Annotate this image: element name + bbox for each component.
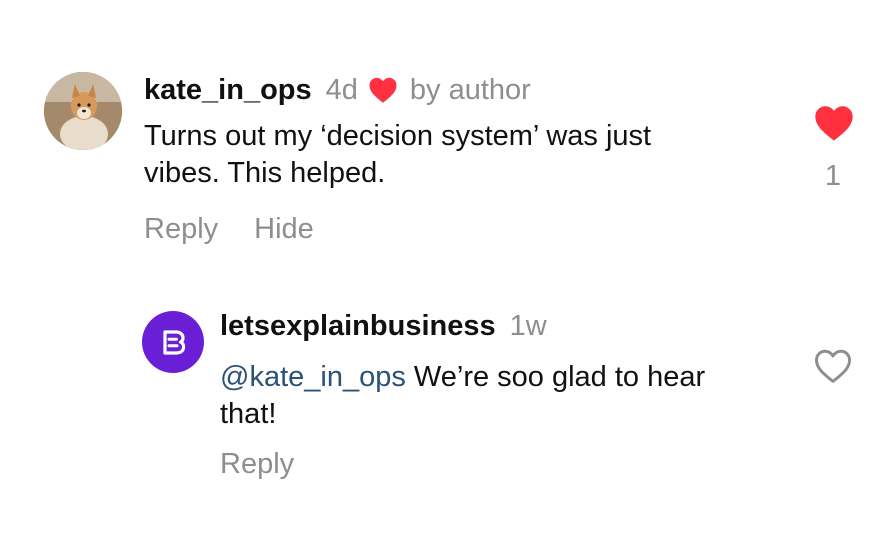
reply-actions: Reply bbox=[220, 448, 294, 481]
heart-icon bbox=[368, 76, 398, 104]
hide-button[interactable]: Hide bbox=[254, 213, 314, 246]
like-button[interactable] bbox=[813, 104, 855, 142]
brand-logo-avatar[interactable] bbox=[142, 311, 204, 373]
dog-avatar-image bbox=[44, 72, 122, 150]
author-badge: by author bbox=[409, 73, 531, 106]
mention-link[interactable]: @kate_in_ops bbox=[220, 361, 406, 393]
brand-logo-icon bbox=[163, 330, 186, 355]
heart-filled-icon bbox=[815, 106, 853, 141]
reply-button[interactable]: Reply bbox=[144, 213, 218, 246]
comment-username[interactable]: kate_in_ops bbox=[144, 74, 312, 107]
reply-text: @kate_in_ops We’re soo glad to hear that… bbox=[220, 359, 760, 433]
dog-photo-avatar[interactable] bbox=[44, 72, 122, 150]
reply-like-button[interactable] bbox=[813, 348, 853, 384]
reply-username[interactable]: letsexplainbusiness bbox=[220, 310, 496, 343]
heart-outline-icon bbox=[815, 349, 851, 383]
comment-timestamp: 4d bbox=[325, 73, 358, 106]
reply-timestamp: 1w bbox=[509, 309, 547, 342]
comment-header: kate_in_ops 4d by author bbox=[144, 70, 531, 110]
reply-header: letsexplainbusiness 1w bbox=[220, 306, 547, 346]
comment-text: Turns out my ‘decision system’ was just … bbox=[144, 120, 652, 189]
like-count[interactable]: 1 bbox=[812, 160, 854, 193]
comment-actions: Reply Hide bbox=[144, 213, 314, 246]
comments-thread: kate_in_ops 4d by author Turns out my ‘d… bbox=[0, 0, 895, 552]
reply-reply-button[interactable]: Reply bbox=[220, 448, 294, 480]
